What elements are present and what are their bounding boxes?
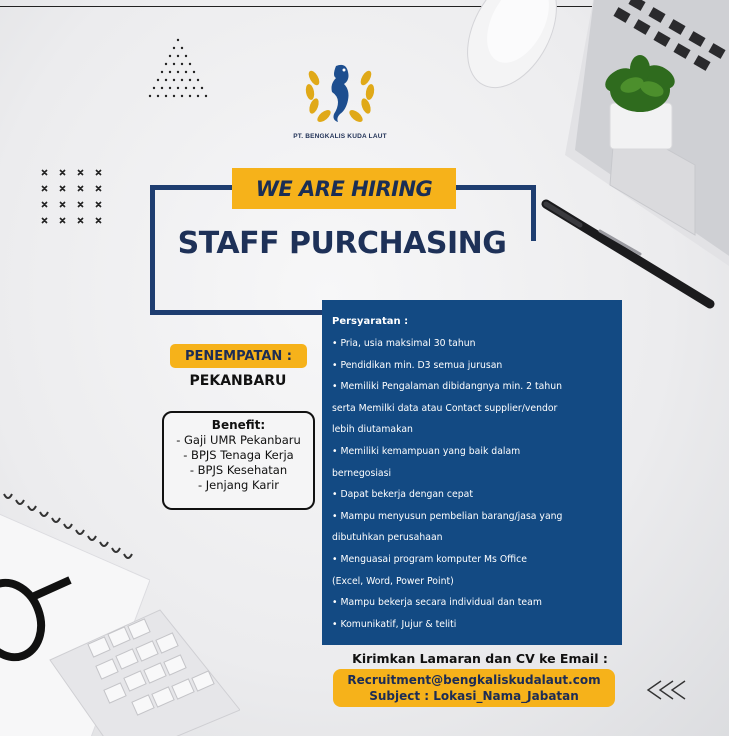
frame-right xyxy=(531,185,536,241)
requirement-line: • Komunikatif, Jujur & teliti xyxy=(332,618,457,630)
requirement-line: • Mampu bekerja secara individual dan te… xyxy=(332,597,542,609)
requirement-line: (Excel, Word, Power Point) xyxy=(332,575,454,587)
frame-top-right xyxy=(452,185,536,190)
location-value: PEKANBARU xyxy=(189,373,287,389)
pen-image xyxy=(541,199,715,309)
dot-triangle-decoration xyxy=(148,38,208,98)
benefit-box: Benefit: - Gaji UMR Pekanbaru - BPJS Ten… xyxy=(162,411,315,510)
contact-subject: Subject : Lokasi_Nama_Jabatan xyxy=(369,689,579,703)
rewind-arrows-icon xyxy=(646,680,686,700)
contact-heading: Kirimkan Lamaran dan CV ke Email : xyxy=(352,651,608,666)
contact-box: Recruitment@bengkaliskudalaut.com Subjec… xyxy=(333,669,615,707)
requirement-line: • Memiliki kemampuan yang baik dalam xyxy=(332,445,521,457)
contact-email[interactable]: Recruitment@bengkaliskudalaut.com xyxy=(333,672,615,688)
hiring-banner: WE ARE HIRING xyxy=(232,168,456,209)
seahorse-logo xyxy=(305,64,375,122)
frame-bottom xyxy=(150,310,328,315)
keyboard-image xyxy=(49,609,240,736)
frame-top-left xyxy=(150,185,240,190)
benefit-item: - Gaji UMR Pekanbaru xyxy=(176,433,301,447)
requirements-panel: Persyaratan : • Pria, usia maksimal 30 t… xyxy=(322,300,622,645)
requirement-line: serta Memilki data atau Contact supplier… xyxy=(332,402,558,414)
frame-left xyxy=(150,185,155,315)
company-name: PT. BENGKALIS KUDA LAUT xyxy=(293,133,387,140)
job-title: STAFF PURCHASING xyxy=(177,226,507,261)
requirement-line: dibutuhkan perusahaan xyxy=(332,532,443,544)
requirement-line: • Dapat bekerja dengan cepat xyxy=(332,489,473,501)
requirement-line: • Menguasai program komputer Ms Office xyxy=(332,553,527,565)
benefit-item: - BPJS Kesehatan xyxy=(189,463,288,477)
benefit-title: Benefit: xyxy=(211,418,266,432)
computer-mouse-image xyxy=(467,0,557,89)
requirement-line: bernegosiasi xyxy=(332,467,392,479)
requirement-line: lebih diutamakan xyxy=(332,424,413,436)
requirements-heading: Persyaratan : xyxy=(332,316,409,327)
requirement-line: • Pendidikan min. D3 semua jurusan xyxy=(332,359,503,371)
potted-plant-image xyxy=(605,55,675,150)
requirement-line: • Mampu menyusun pembelian barang/jasa y… xyxy=(332,510,563,522)
requirement-line: • Pria, usia maksimal 30 tahun xyxy=(332,338,476,349)
location-label: PENEMPATAN : xyxy=(170,344,307,368)
benefit-item: - BPJS Tenaga Kerja xyxy=(183,448,294,462)
hiring-banner-text: WE ARE HIRING xyxy=(255,176,433,201)
cross-grid-decoration xyxy=(41,169,102,224)
requirement-line: • Memiliki Pengalaman dibidangnya min. 2… xyxy=(332,381,563,393)
benefit-item: - Jenjang Karir xyxy=(197,478,280,492)
hiring-poster: PT. BENGKALIS KUDA LAUT WE ARE HIRING ST… xyxy=(0,0,729,736)
